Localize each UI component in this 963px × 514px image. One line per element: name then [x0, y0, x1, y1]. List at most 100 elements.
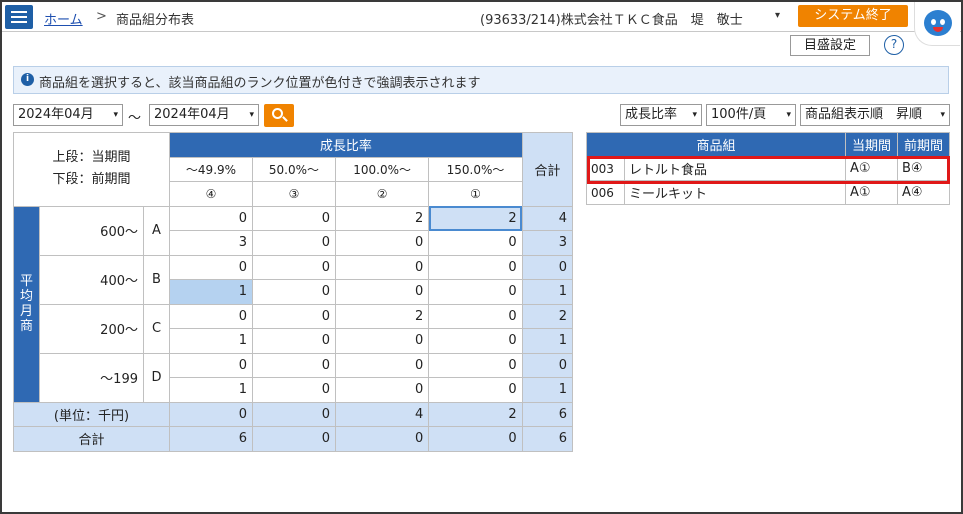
- cell-prior: 0: [428, 377, 523, 403]
- cell-current: 2: [334, 303, 430, 329]
- sales-rank-label: C: [143, 303, 170, 354]
- help-icon[interactable]: ?: [884, 35, 904, 55]
- sales-range-label: 600～: [39, 205, 144, 256]
- current-rank: A①: [845, 156, 898, 181]
- period-legend: 上段：当期間 下段：前期間: [13, 132, 170, 207]
- info-message: 商品組を選択すると、該当商品組のランク位置が色付きで強調表示されます: [39, 76, 481, 91]
- to-month-value: 2024年04月: [154, 107, 230, 122]
- product-group-header: 商品組: [586, 132, 846, 157]
- breadcrumb-home-link[interactable]: ホーム: [44, 9, 83, 28]
- search-button[interactable]: [264, 104, 294, 127]
- chevron-down-icon: ▾: [113, 110, 118, 120]
- column-total-prior: 6: [169, 426, 253, 452]
- vertical-label-text: 平均月商: [19, 274, 33, 334]
- cell-current: 0: [251, 205, 336, 231]
- sales-rank-label: A: [143, 205, 170, 256]
- mascot-eye-icon: [931, 19, 936, 25]
- cell-current: 2: [334, 205, 430, 231]
- growth-range-header: ～49.9%: [169, 156, 253, 182]
- chevron-down-icon: ▾: [249, 110, 254, 120]
- display-order-value: 商品組表示順 昇順: [805, 107, 923, 122]
- menu-button[interactable]: [5, 5, 33, 29]
- cell-current: 0: [334, 254, 430, 280]
- system-exit-button[interactable]: システム終了: [798, 5, 908, 27]
- page-title: 商品組分布表: [116, 13, 195, 28]
- row-total-prior: 1: [521, 279, 574, 305]
- growth-range-header: 50.0%～: [251, 156, 336, 182]
- cell-current: 0: [251, 303, 336, 329]
- cell-current: 0: [169, 205, 253, 231]
- cell-prior: 3: [169, 230, 253, 256]
- sales-range-label: 200～: [39, 303, 144, 354]
- list-item[interactable]: 003 レトルト食品 A① B④: [586, 156, 950, 181]
- cell-prior: 0: [428, 328, 523, 354]
- from-month-select[interactable]: 2024年04月 ▾: [13, 104, 123, 126]
- scale-settings-button[interactable]: 目盛設定: [790, 35, 870, 56]
- list-item[interactable]: 006 ミールキット A① A④: [586, 180, 950, 205]
- search-icon-handle: [282, 116, 288, 122]
- cell-current: 0: [169, 352, 253, 378]
- grand-total-current: 6: [521, 401, 574, 427]
- cell-current: 0: [169, 254, 253, 280]
- sales-range-label: ～199: [39, 352, 144, 403]
- product-group-name: ミールキット: [624, 180, 846, 205]
- sort-metric-value: 成長比率: [625, 107, 678, 122]
- cell-prior: 0: [334, 230, 430, 256]
- prior-period-header: 前期間: [897, 132, 950, 157]
- growth-range-header: 150.0%～: [428, 156, 523, 182]
- user-info[interactable]: (93633/214)株式会社ＴＫＣ食品 堤 敬士: [480, 9, 743, 28]
- sales-rank-label: B: [143, 254, 170, 305]
- breadcrumb-separator: >: [96, 9, 107, 24]
- row-total-current: 0: [521, 254, 574, 280]
- per-page-select[interactable]: 100件/頁 ▾: [706, 104, 796, 126]
- current-period-header: 当期間: [845, 132, 898, 157]
- growth-range-header: 100.0%～: [334, 156, 430, 182]
- column-total-current: 4: [334, 401, 430, 427]
- unit-label: (単位：千円): [13, 401, 170, 427]
- cell-prior: 0: [251, 230, 336, 256]
- average-monthly-sales-label: 平均月商: [13, 205, 40, 403]
- user-menu-caret-icon[interactable]: ▾: [775, 10, 780, 21]
- product-group-list: 商品組 当期間 前期間 003 レトルト食品 A① B④ 006 ミールキット …: [586, 132, 950, 205]
- product-group-name: レトルト食品: [624, 156, 846, 181]
- cell-current: 0: [428, 254, 523, 280]
- from-month-value: 2024年04月: [18, 107, 94, 122]
- cell-current: 0: [334, 352, 430, 378]
- display-order-select[interactable]: 商品組表示順 昇順 ▾: [800, 104, 950, 126]
- sales-range-label: 400～: [39, 254, 144, 305]
- sales-rank-label: D: [143, 352, 170, 403]
- cell-prior: 0: [334, 328, 430, 354]
- mascot-face-icon: [924, 10, 952, 36]
- cell-current-highlighted: 2: [428, 205, 523, 231]
- row-total-prior: 1: [521, 328, 574, 354]
- cell-current: 0: [428, 303, 523, 329]
- growth-rank-header: ④: [169, 181, 253, 207]
- column-total-current: 0: [251, 401, 336, 427]
- cell-prior: 1: [169, 328, 253, 354]
- row-total-prior: 1: [521, 377, 574, 403]
- column-total-prior: 0: [251, 426, 336, 452]
- cell-prior: 0: [334, 279, 430, 305]
- footer-total-label: 合計: [13, 426, 170, 452]
- total-column-header: 合計: [521, 132, 574, 207]
- sort-metric-select[interactable]: 成長比率 ▾: [620, 104, 702, 126]
- mascot-eye-icon: [940, 19, 945, 25]
- prior-rank: A④: [897, 180, 950, 205]
- growth-rank-header: ①: [428, 181, 523, 207]
- cell-prior: 0: [428, 230, 523, 256]
- cell-current: 0: [251, 254, 336, 280]
- cell-prior: 1: [169, 377, 253, 403]
- growth-rank-header: ③: [251, 181, 336, 207]
- column-total-current: 0: [169, 401, 253, 427]
- cell-prior: 0: [251, 377, 336, 403]
- to-month-select[interactable]: 2024年04月 ▾: [149, 104, 259, 126]
- menu-line: [11, 21, 27, 23]
- chevron-down-icon: ▾: [940, 110, 945, 120]
- grand-total-prior: 6: [521, 426, 574, 452]
- column-total-current: 2: [428, 401, 523, 427]
- menu-line: [11, 16, 27, 18]
- cell-current: 0: [169, 303, 253, 329]
- product-group-code: 003: [586, 156, 625, 181]
- mascot-assistant-icon[interactable]: [914, 2, 960, 46]
- cell-prior: 0: [428, 279, 523, 305]
